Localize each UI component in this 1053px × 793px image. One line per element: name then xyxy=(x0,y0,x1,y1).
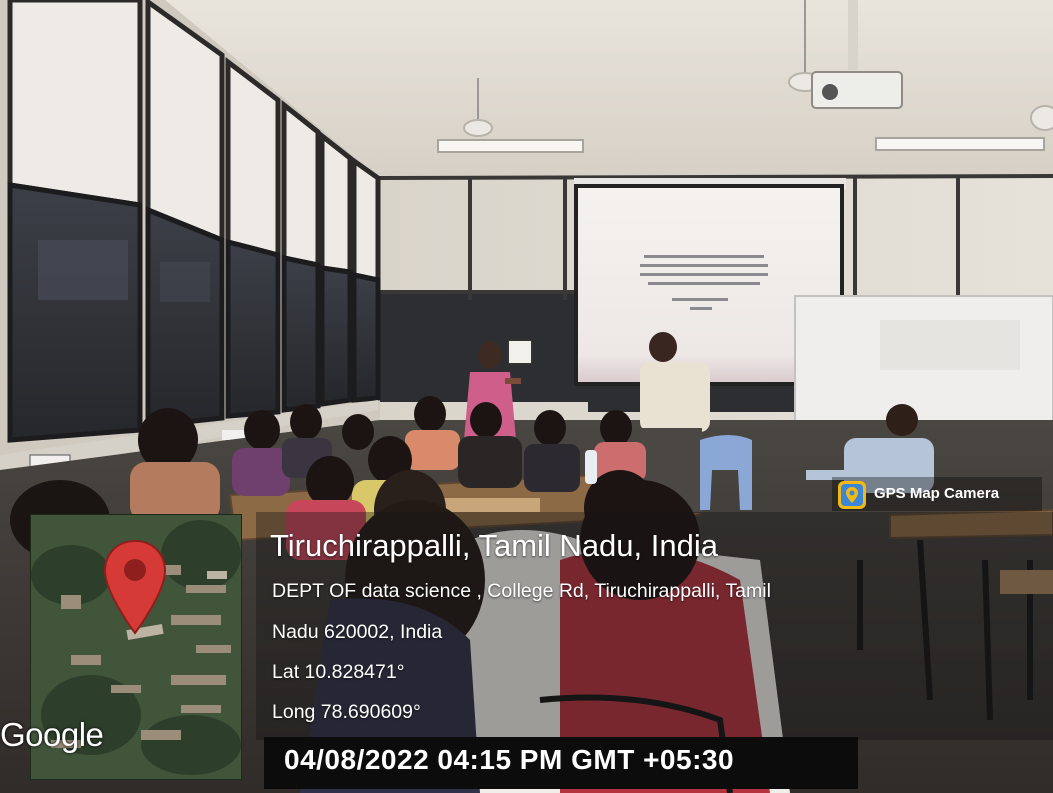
longitude-text: Long 78.690609° xyxy=(272,701,421,723)
map-pin-icon xyxy=(103,539,167,635)
google-logo: Google xyxy=(0,716,104,753)
gps-badge-label: GPS Map Camera xyxy=(874,485,1000,502)
address-line-2: Nadu 620002, India xyxy=(272,621,443,643)
address-line-1: DEPT OF data science , College Rd, Tiruc… xyxy=(272,580,771,602)
latitude-text: Lat 10.828471° xyxy=(272,661,405,683)
gps-map-camera-icon xyxy=(838,481,866,509)
location-title: Tiruchirappalli, Tamil Nadu, India xyxy=(270,528,718,563)
photo-stage: Google GPS Map Camera Tiruchirappalli, T… xyxy=(0,0,1053,793)
timestamp-text: 04/08/2022 04:15 PM GMT +05:30 xyxy=(284,744,735,775)
